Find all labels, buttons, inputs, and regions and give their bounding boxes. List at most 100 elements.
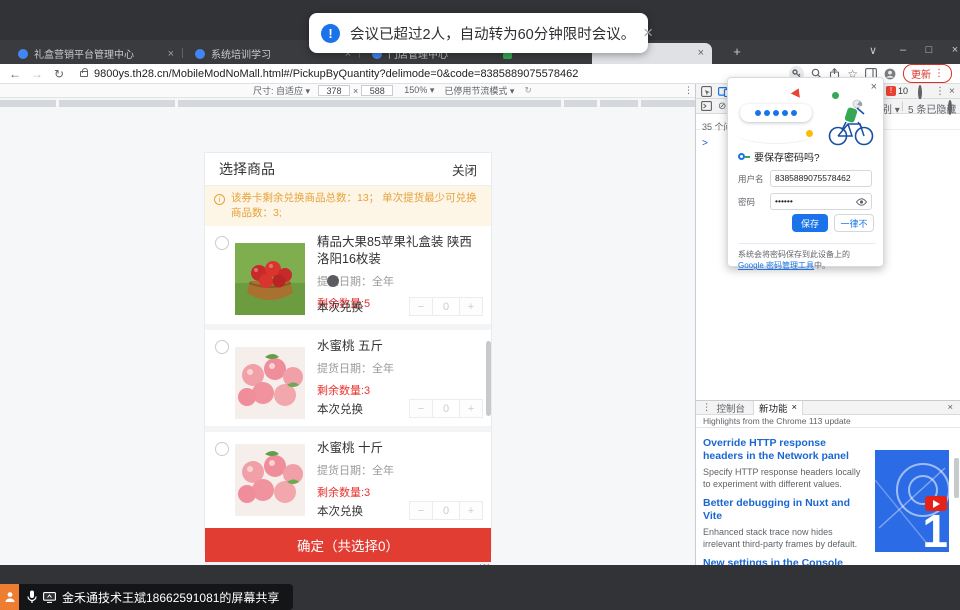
product-row[interactable]: 水蜜桃 十斤 提货日期：全年 剩余数量:3 本次兑换 − 0 + — [205, 432, 491, 528]
forward-icon[interactable]: → — [26, 67, 48, 81]
devtools-menu-icon[interactable]: ⋮ — [935, 86, 945, 97]
save-button[interactable]: 保存 — [792, 214, 828, 232]
drawer-tab-whats-new[interactable]: 新功能 × — [753, 401, 803, 415]
flag-decoration — [791, 86, 803, 97]
back-icon[interactable]: ← — [4, 67, 26, 81]
console-sidebar-icon[interactable] — [701, 101, 712, 111]
screen-share-bar: 金禾通技术王斌18662591081的屏幕共享 — [0, 584, 293, 610]
exchange-label: 本次兑换 — [317, 503, 363, 519]
minus-button[interactable]: − — [409, 399, 433, 418]
tab-favicon — [18, 49, 28, 59]
presenter-avatar — [0, 584, 19, 610]
product-image-peaches — [235, 347, 305, 419]
article-body: Specify HTTP response headers locally to… — [703, 466, 865, 490]
window-close-button[interactable]: × — [944, 44, 960, 56]
tab-close-icon[interactable]: × — [698, 47, 704, 59]
resize-handle-icon[interactable] — [480, 564, 489, 565]
throttling-select[interactable]: 已停用节流模式 ▾ — [444, 84, 514, 97]
header-cell — [600, 100, 638, 107]
password-field[interactable]: •••••• — [770, 193, 872, 210]
video-thumbnail[interactable]: 1 — [875, 450, 949, 552]
remaining-qty: 剩余数量:3 — [317, 484, 483, 500]
minus-button[interactable]: − — [409, 501, 433, 520]
device-toolbar-menu-icon[interactable]: ⋮ — [684, 85, 693, 96]
article-title[interactable]: New settings in the Console — [703, 557, 865, 565]
clear-console-icon[interactable]: ⊘ — [718, 101, 726, 112]
plus-button[interactable]: + — [459, 399, 483, 418]
product-radio[interactable] — [215, 236, 229, 250]
plus-button[interactable]: + — [459, 501, 483, 520]
footer-text: 中。 — [814, 261, 830, 270]
rotate-icon[interactable]: ↻ — [524, 85, 532, 96]
product-row[interactable]: 精品大果85苹果礼盒装 陕西洛阳16枚装 提货日期：全年 剩余数量:5 本次兑换… — [205, 226, 491, 330]
tab-close-icon[interactable]: × — [168, 48, 174, 60]
zoom-select[interactable]: 150% ▾ — [404, 85, 434, 96]
log-level-select[interactable]: 别 ▾ — [882, 101, 900, 116]
info-icon: ! — [321, 24, 340, 43]
password-dots-pill — [740, 104, 812, 122]
password-row: 密码 •••••• — [738, 193, 872, 210]
drawer-close-icon[interactable]: × — [947, 402, 953, 413]
tab-label: 礼盒营销平台管理中心 — [34, 46, 164, 61]
panel-close-button[interactable]: 关闭 — [452, 160, 477, 179]
show-password-eye-icon[interactable] — [856, 198, 867, 206]
confirm-button[interactable]: 确定（共选择0） — [205, 528, 491, 562]
devtools-settings-gear-icon[interactable] — [918, 87, 922, 98]
never-button[interactable]: 一律不 — [834, 214, 874, 232]
viewport-width-input[interactable]: 378 — [318, 85, 350, 96]
panel-scrollbar[interactable] — [486, 341, 491, 416]
quota-notice: i 该券卡剩余兑换商品总数：13； 单次提货最少可兑换商品数：3; — [205, 186, 491, 226]
tab-favicon — [195, 49, 205, 59]
header-cell — [0, 100, 56, 107]
remaining-qty: 剩余数量:3 — [317, 382, 483, 398]
profile-avatar-icon[interactable] — [884, 68, 896, 80]
quantity-value[interactable]: 0 — [433, 501, 459, 520]
devtools-close-icon[interactable]: × — [949, 86, 955, 97]
console-prompt[interactable]: > — [702, 138, 708, 149]
drawer-tab-console[interactable]: 控制台 — [717, 401, 746, 415]
minus-button[interactable]: − — [409, 297, 433, 316]
drawer-tab-close-icon[interactable]: × — [792, 402, 798, 413]
video-digit: 1 — [922, 504, 948, 552]
viewport-height-input[interactable]: 588 — [361, 85, 393, 96]
plus-button[interactable]: + — [459, 297, 483, 316]
product-row[interactable]: 水蜜桃 五斤 提货日期：全年 剩余数量:3 本次兑换 − 0 + — [205, 330, 491, 432]
article-title[interactable]: Better debugging in Nuxt and Vite — [703, 497, 865, 523]
reload-icon[interactable]: ↻ — [48, 67, 70, 81]
tab-gift-box-platform[interactable]: 礼盒营销平台管理中心 × — [8, 43, 180, 64]
chrome-update-button[interactable]: 更新 ⋮ — [903, 64, 952, 83]
url-text[interactable]: 9800ys.th28.cn/MobileModNoMall.html#/Pic… — [94, 68, 578, 80]
drawer-scrollbar[interactable] — [954, 458, 959, 498]
https-lock-icon[interactable] — [80, 71, 88, 77]
product-radio[interactable] — [215, 442, 229, 456]
new-tab-button[interactable]: + — [726, 44, 748, 59]
console-settings-gear-icon[interactable] — [948, 102, 952, 113]
window-minimize-button[interactable]: – — [892, 44, 914, 56]
console-error-badge[interactable]: ! 10 — [886, 86, 908, 96]
password-illustration — [736, 88, 876, 146]
microphone-icon[interactable] — [27, 590, 37, 604]
toolbar-divider: | — [901, 101, 904, 112]
device-size-select[interactable]: 尺寸: 自适应 ▾ — [253, 84, 310, 97]
drawer-tab-label: 新功能 — [759, 401, 788, 415]
dialog-title: 要保存密码吗? — [754, 149, 820, 164]
share-text: 金禾通技术王斌18662591081的屏幕共享 — [62, 589, 279, 606]
product-radio[interactable] — [215, 340, 229, 354]
username-label: 用户名 — [738, 173, 770, 185]
times-label: × — [353, 86, 358, 96]
inspect-element-icon[interactable] — [701, 86, 712, 97]
toast-close-icon[interactable]: × — [643, 23, 653, 43]
screen-icon — [43, 592, 56, 603]
window-menu-icon[interactable]: ∨ — [862, 44, 884, 57]
username-field[interactable]: 8385889075578462 — [770, 170, 872, 187]
drawer-menu-icon[interactable]: ⋮ — [702, 402, 712, 413]
window-maximize-button[interactable]: □ — [918, 44, 940, 56]
username-row: 用户名 8385889075578462 — [738, 170, 872, 187]
toast-text: 会议已超过2人，自动转为60分钟限时会议。 — [350, 23, 635, 44]
error-count: 10 — [898, 86, 908, 96]
article-title[interactable]: Override HTTP response headers in the Ne… — [703, 437, 865, 463]
article-body: Enhanced stack trace now hides irrelevan… — [703, 526, 865, 550]
quantity-value[interactable]: 0 — [433, 297, 459, 316]
password-manager-link[interactable]: Google 密码管理工具 — [738, 261, 814, 270]
quantity-value[interactable]: 0 — [433, 399, 459, 418]
